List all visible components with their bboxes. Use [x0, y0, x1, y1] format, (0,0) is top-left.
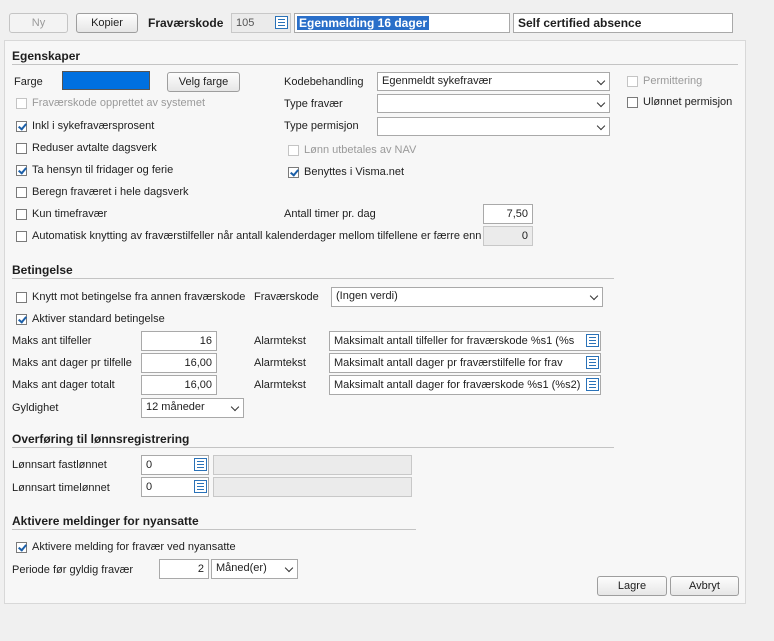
code-handling-label: Kodebehandling — [284, 76, 364, 88]
system-created-checkbox[interactable] — [16, 98, 27, 109]
include-sick-pct-checkbox[interactable] — [16, 121, 27, 132]
code-label: Fraværskode — [148, 16, 224, 30]
color-swatch — [62, 71, 150, 90]
visma-checkbox[interactable] — [288, 167, 299, 178]
nav-salary-label: Lønn utbetales av NAV — [304, 144, 417, 156]
properties-divider — [12, 64, 738, 65]
alarm-text-2-input[interactable]: Maksimalt antall dager pr fraværstilfell… — [329, 353, 601, 373]
hourly-salary-label: Lønnsart timelønnet — [12, 482, 110, 494]
link-condition-label: Knytt mot betingelse fra annen fraværsko… — [32, 291, 246, 303]
visma-label: Benyttes i Visma.net — [304, 166, 405, 178]
color-label: Farge — [14, 76, 43, 88]
cancel-button[interactable]: Avbryt — [670, 576, 739, 596]
absence-code-label: Fraværskode — [254, 291, 319, 303]
fixed-salary-list-icon[interactable] — [194, 458, 207, 471]
fixed-salary-description — [213, 455, 412, 475]
messages-title: Aktivere meldinger for nyansatte — [12, 514, 199, 528]
conditions-title: Betingelse — [12, 263, 73, 277]
code-value: 105 — [236, 17, 255, 29]
hourly-salary-description — [213, 477, 412, 497]
holidays-checkbox[interactable] — [16, 165, 27, 176]
nav-salary-checkbox[interactable] — [288, 145, 299, 156]
reduce-workdays-checkbox[interactable] — [16, 143, 27, 154]
name-value: Egenmelding 16 dager — [297, 16, 430, 30]
standard-condition-label: Aktiver standard betingelse — [32, 313, 165, 325]
auto-link-checkbox[interactable] — [16, 231, 27, 242]
hours-per-day-label: Antall timer pr. dag — [284, 208, 376, 220]
full-day-checkbox[interactable] — [16, 187, 27, 198]
auto-link-label: Automatisk knytting av fraværstilfeller … — [32, 230, 482, 242]
chevron-down-icon — [589, 291, 599, 301]
alarm-label-1: Alarmtekst — [254, 335, 306, 347]
code-list-icon[interactable] — [275, 16, 288, 29]
period-label: Periode før gyldig fravær — [12, 564, 134, 576]
leave-type-label: Type permisjon — [284, 120, 359, 132]
leave-type-select[interactable] — [377, 117, 610, 136]
alarm-text-3-input[interactable]: Maksimalt antall dager for fraværskode %… — [329, 375, 601, 395]
permitting-label: Permittering — [643, 75, 703, 87]
holidays-label: Ta hensyn til fridager og ferie — [32, 164, 174, 176]
hour-only-checkbox[interactable] — [16, 209, 27, 220]
fixed-salary-label: Lønnsart fastlønnet — [12, 459, 107, 471]
name-field[interactable]: Egenmelding 16 dager — [294, 13, 510, 33]
save-button[interactable]: Lagre — [597, 576, 667, 596]
properties-title: Egenskaper — [12, 49, 81, 63]
hour-only-label: Kun timefravær — [32, 208, 108, 220]
absence-code-select[interactable]: (Ingen verdi) — [331, 287, 603, 307]
period-input[interactable]: 2 — [159, 559, 209, 579]
code-handling-select[interactable]: Egenmeldt sykefravær — [377, 72, 610, 91]
alarm-label-2: Alarmtekst — [254, 357, 306, 369]
validity-label: Gyldighet — [12, 402, 59, 414]
choose-color-button[interactable]: Velg farge — [167, 72, 240, 92]
max-days-case-input[interactable]: 16,00 — [141, 353, 217, 373]
link-condition-checkbox[interactable] — [16, 292, 27, 303]
validity-value: 12 måneder — [146, 401, 205, 413]
include-sick-pct-label: Inkl i sykefraværsprosent — [32, 120, 155, 132]
activate-message-label: Aktivere melding for fravær ved nyansatt… — [32, 541, 236, 553]
full-day-label: Beregn fraværet i hele dagsverk — [32, 186, 189, 198]
period-unit-value: Måned(er) — [216, 562, 267, 574]
max-days-case-label: Maks ant dager pr tilfelle — [12, 357, 132, 369]
english-name-field[interactable]: Self certified absence — [513, 13, 733, 33]
unpaid-leave-label: Ulønnet permisjon — [643, 96, 733, 108]
hourly-salary-list-icon[interactable] — [194, 480, 207, 493]
chevron-down-icon — [230, 402, 240, 412]
max-cases-label: Maks ant tilfeller — [12, 335, 92, 347]
chevron-down-icon — [596, 121, 606, 131]
alarm-1-list-icon[interactable] — [586, 334, 599, 347]
alarm-label-3: Alarmtekst — [254, 379, 306, 391]
conditions-divider — [12, 278, 614, 279]
code-handling-value: Egenmeldt sykefravær — [382, 75, 493, 87]
alarm-2-list-icon[interactable] — [586, 356, 599, 369]
hours-per-day-input[interactable]: 7,50 — [483, 204, 533, 224]
period-unit-select[interactable]: Måned(er) — [211, 559, 298, 579]
max-days-total-label: Maks ant dager totalt — [12, 379, 115, 391]
chevron-down-icon — [284, 563, 294, 573]
max-days-total-input[interactable]: 16,00 — [141, 375, 217, 395]
reduce-workdays-label: Reduser avtalte dagsverk — [32, 142, 157, 154]
max-cases-input[interactable]: 16 — [141, 331, 217, 351]
copy-button[interactable]: Kopier — [76, 13, 138, 33]
messages-divider — [12, 529, 416, 530]
absence-type-label: Type fravær — [284, 98, 343, 110]
standard-condition-checkbox[interactable] — [16, 314, 27, 325]
chevron-down-icon — [596, 98, 606, 108]
absence-code-value: (Ingen verdi) — [336, 290, 398, 302]
validity-select[interactable]: 12 måneder — [141, 398, 244, 418]
chevron-down-icon — [596, 76, 606, 86]
alarm-3-list-icon[interactable] — [586, 378, 599, 391]
auto-link-days-input[interactable]: 0 — [483, 226, 533, 246]
unpaid-leave-checkbox[interactable] — [627, 97, 638, 108]
new-button[interactable]: Ny — [9, 13, 68, 33]
absence-type-select[interactable] — [377, 94, 610, 113]
permitting-checkbox[interactable] — [627, 76, 638, 87]
activate-message-checkbox[interactable] — [16, 542, 27, 553]
transfer-divider — [12, 447, 614, 448]
alarm-text-1-input[interactable]: Maksimalt antall tilfeller for fraværsko… — [329, 331, 601, 351]
system-created-label: Fraværskode opprettet av systemet — [32, 97, 206, 109]
transfer-title: Overføring til lønnsregistrering — [12, 432, 190, 446]
